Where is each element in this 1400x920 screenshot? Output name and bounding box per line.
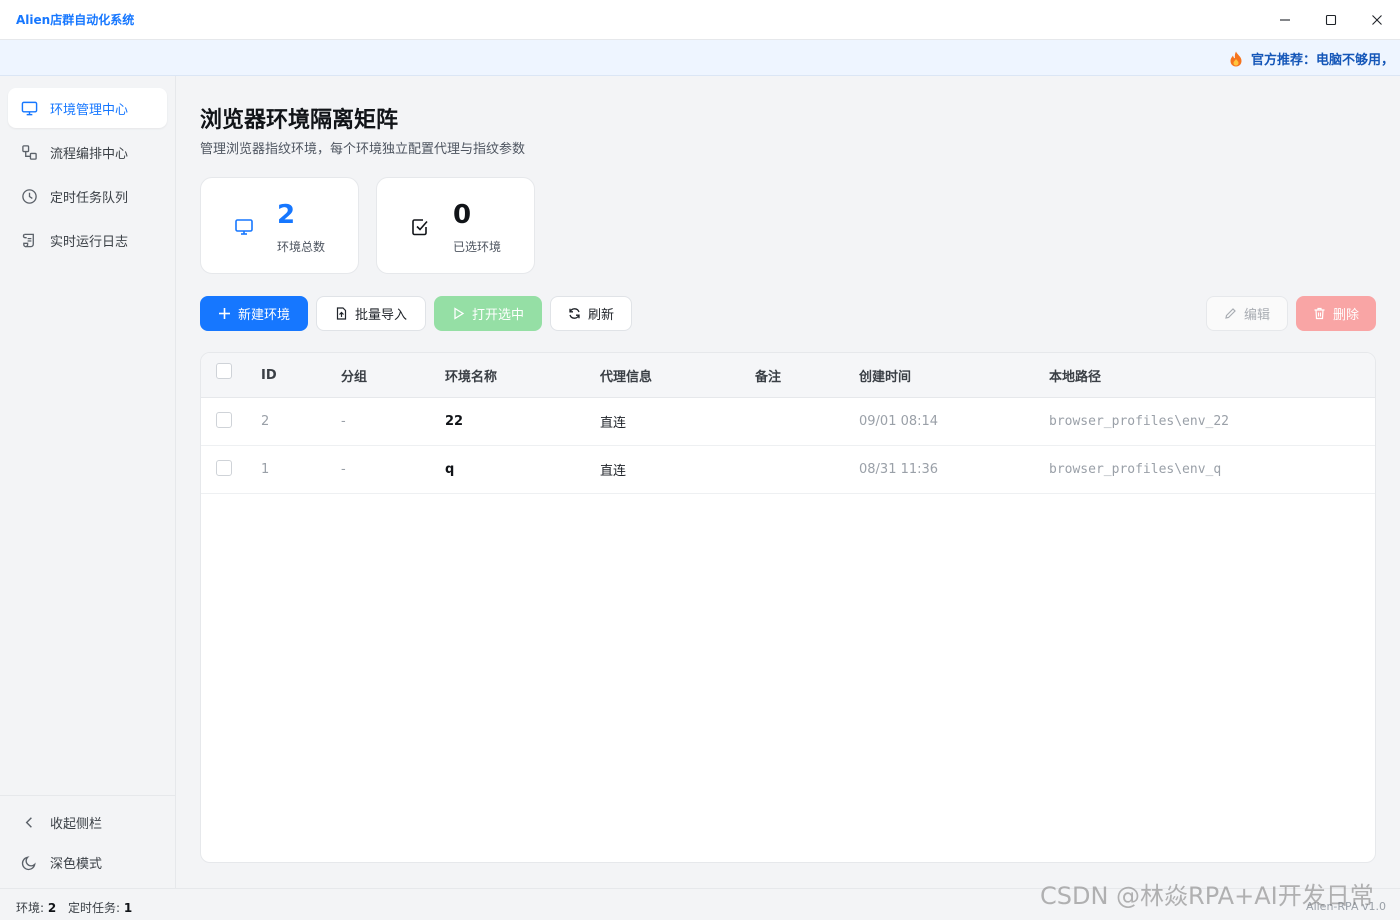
new-env-button[interactable]: 新建环境	[200, 296, 308, 331]
cell-path: browser_profiles\env_q	[1049, 462, 1222, 477]
close-icon	[1372, 15, 1382, 25]
plus-icon	[218, 308, 230, 319]
cell-group: -	[341, 462, 346, 477]
table-row[interactable]: 2 - 22 直连 09/01 08:14 browser_profiles\e…	[201, 398, 1375, 446]
collapse-sidebar-label: 收起侧栏	[50, 816, 103, 832]
column-header-group[interactable]: 分组	[341, 353, 367, 397]
moon-icon	[20, 853, 38, 871]
pencil-icon	[1225, 308, 1236, 319]
collapse-sidebar-button[interactable]: 收起侧栏	[8, 802, 167, 842]
delete-button[interactable]: 删除	[1296, 296, 1376, 331]
scroll-icon	[20, 231, 38, 249]
refresh-button[interactable]: 刷新	[550, 296, 632, 331]
sidebar-item-label: 流程编排中心	[50, 146, 129, 162]
row-select-cell	[216, 446, 232, 493]
new-env-label: 新建环境	[237, 308, 290, 323]
table-header: ID 分组 环境名称 代理信息 备注 创建时间 本地路径	[201, 353, 1375, 398]
sidebar-item-label: 定时任务队列	[50, 190, 129, 206]
status-env-count: 环境: 2	[16, 899, 56, 916]
status-task-count: 定时任务: 1	[68, 899, 132, 916]
maximize-icon	[1325, 14, 1337, 26]
dark-mode-toggle[interactable]: 深色模式	[8, 842, 167, 882]
fire-icon	[1230, 51, 1242, 66]
cell-id: 2	[261, 414, 270, 429]
stat-value: 2	[277, 200, 296, 230]
promo-banner: 官方推荐：电脑不够用，	[0, 40, 1400, 76]
stat-card-total-envs: 2 环境总数	[200, 177, 359, 274]
column-header-path[interactable]: 本地路径	[1049, 353, 1101, 397]
sidebar-item-scheduled-tasks[interactable]: 定时任务队列	[8, 176, 167, 216]
edit-label: 编辑	[1243, 308, 1270, 323]
status-env-label: 环境:	[16, 901, 45, 915]
title-bar: Alien店群自动化系统	[0, 0, 1400, 40]
cell-name: 22	[445, 414, 464, 429]
status-task-value: 1	[123, 901, 133, 915]
select-all-checkbox[interactable]	[216, 363, 232, 379]
row-select-cell	[216, 398, 232, 445]
open-selected-button[interactable]: 打开选中	[434, 296, 542, 331]
column-header-name[interactable]: 环境名称	[445, 353, 497, 397]
column-header-created[interactable]: 创建时间	[859, 353, 911, 397]
sidebar-item-runtime-logs[interactable]: 实时运行日志	[8, 220, 167, 260]
dark-mode-label: 深色模式	[50, 856, 103, 872]
sidebar-footer: 收起侧栏 深色模式	[0, 795, 175, 888]
sidebar-item-label: 环境管理中心	[50, 102, 129, 118]
minimize-icon	[1280, 19, 1290, 21]
batch-import-button[interactable]: 批量导入	[316, 296, 426, 331]
monitor-icon	[234, 217, 254, 237]
monitor-icon	[20, 99, 38, 117]
stat-label: 已选环境	[453, 240, 502, 254]
status-task-label: 定时任务:	[68, 901, 121, 915]
maximize-button[interactable]	[1308, 0, 1354, 40]
open-selected-label: 打开选中	[471, 308, 524, 323]
column-header-id[interactable]: ID	[261, 353, 277, 397]
row-checkbox[interactable]	[216, 459, 232, 476]
cell-group: -	[341, 414, 346, 429]
chevron-left-icon	[20, 813, 38, 831]
page-subtitle: 管理浏览器指纹环境，每个环境独立配置代理与指纹参数	[200, 142, 526, 157]
stat-card-selected-envs: 0 已选环境	[376, 177, 535, 274]
minimize-button[interactable]	[1262, 0, 1308, 40]
table-row[interactable]: 1 - q 直连 08/31 11:36 browser_profiles\en…	[201, 446, 1375, 494]
edit-button[interactable]: 编辑	[1206, 296, 1288, 331]
flow-icon	[20, 143, 38, 161]
trash-icon	[1314, 307, 1325, 320]
banner-content[interactable]: 官方推荐：电脑不够用，	[1229, 49, 1394, 68]
window-controls	[1262, 0, 1400, 40]
cell-id: 1	[261, 462, 270, 477]
sidebar: 环境管理中心 流程编排中心 定时任务队列 实时运行日志 收起侧栏 深色模式	[0, 76, 176, 888]
column-header-proxy[interactable]: 代理信息	[600, 353, 652, 397]
stat-label: 环境总数	[277, 240, 326, 254]
cell-path: browser_profiles\env_22	[1049, 414, 1230, 429]
page-title: 浏览器环境隔离矩阵	[200, 108, 399, 133]
cell-name: q	[445, 462, 455, 477]
play-icon	[454, 307, 465, 320]
stat-value: 0	[453, 200, 472, 230]
delete-label: 删除	[1332, 308, 1359, 323]
env-table: ID 分组 环境名称 代理信息 备注 创建时间 本地路径 2 - 22 直连 0…	[200, 352, 1376, 863]
cell-proxy: 直连	[600, 416, 627, 431]
clock-icon	[20, 187, 38, 205]
close-button[interactable]	[1354, 0, 1400, 40]
checkbox-icon	[410, 217, 430, 237]
sidebar-item-flow-center[interactable]: 流程编排中心	[8, 132, 167, 172]
app-title: Alien店群自动化系统	[16, 13, 135, 27]
sidebar-item-env-center[interactable]: 环境管理中心	[8, 88, 167, 128]
watermark: CSDN @林焱RPA+AI开发日常	[1040, 882, 1374, 910]
column-header-note[interactable]: 备注	[755, 353, 781, 397]
cell-created: 08/31 11:36	[859, 462, 939, 477]
banner-text: 官方推荐：电脑不够用，	[1251, 53, 1395, 68]
row-checkbox[interactable]	[216, 411, 232, 428]
cell-proxy: 直连	[600, 464, 627, 479]
cell-created: 09/01 08:14	[859, 414, 939, 429]
refresh-label: 刷新	[587, 308, 614, 323]
status-env-value: 2	[47, 901, 57, 915]
file-import-icon	[336, 307, 347, 320]
sidebar-item-label: 实时运行日志	[50, 234, 129, 250]
batch-import-label: 批量导入	[354, 308, 407, 323]
refresh-icon	[569, 308, 580, 319]
select-all-cell	[216, 353, 232, 397]
